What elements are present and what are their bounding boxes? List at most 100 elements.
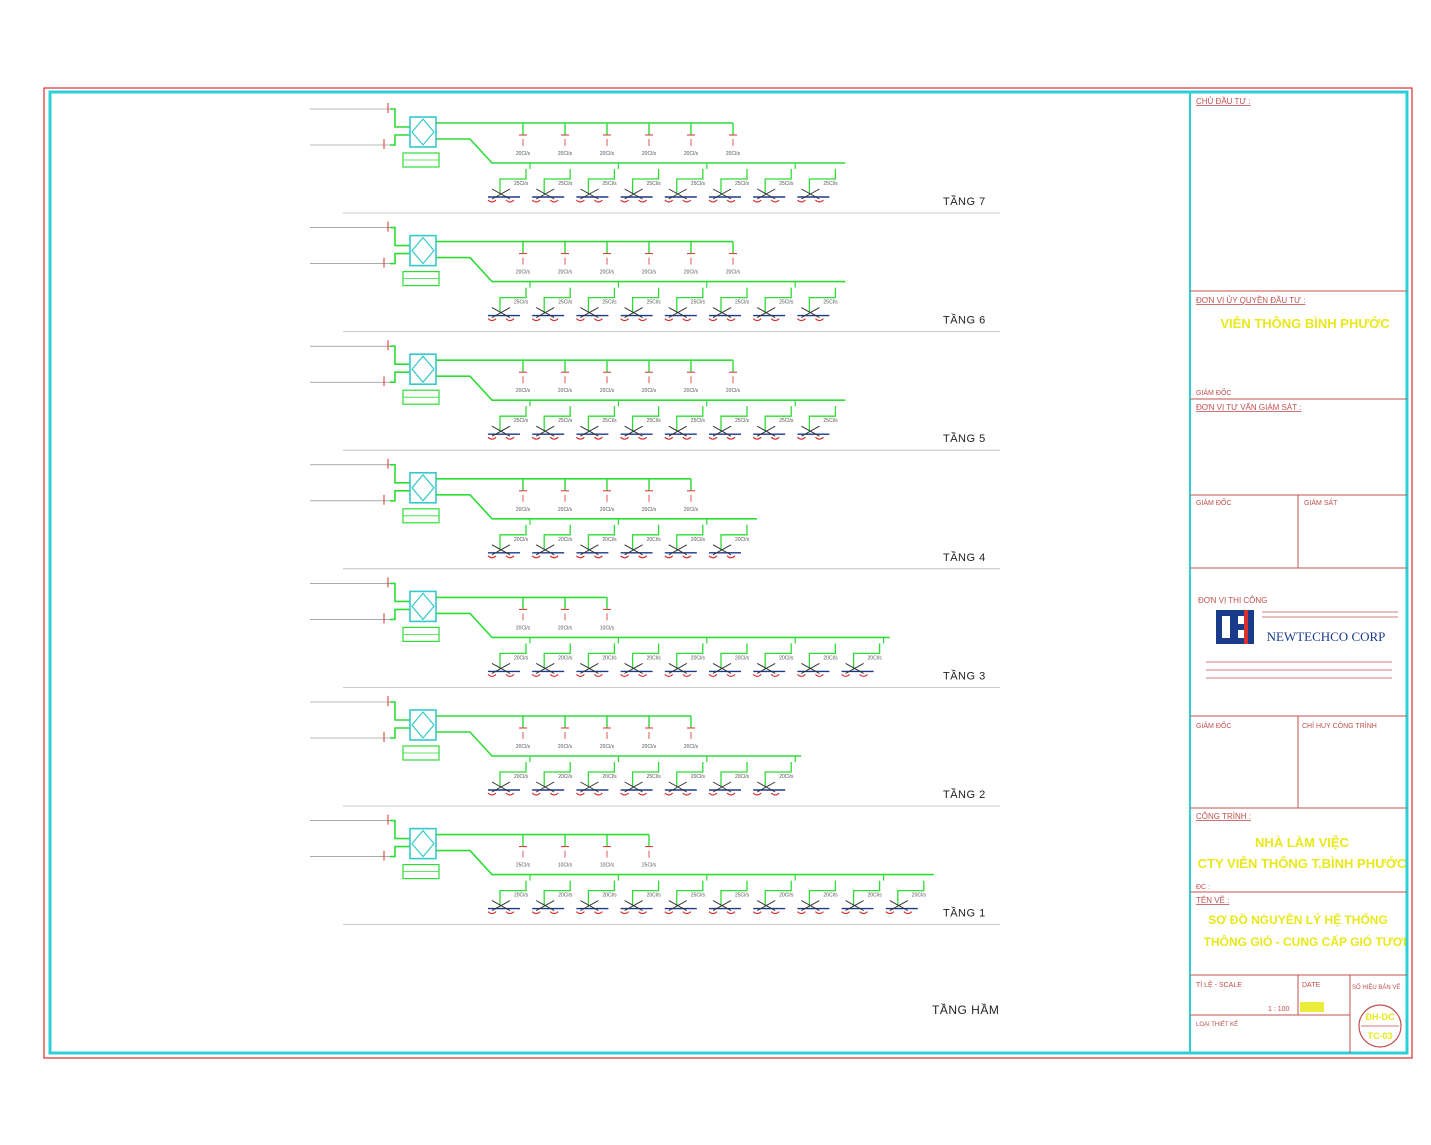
floor-label: TẦNG 1 xyxy=(943,907,986,920)
floor-label: TẦNG 7 xyxy=(943,195,986,208)
diffuser-flow-label: 20Cl/s xyxy=(558,893,573,899)
upper-tee-flow-label: 20Cl/s xyxy=(684,388,699,394)
upper-tee-flow-label: 20Cl/s xyxy=(558,744,573,750)
diffuser-airflow xyxy=(841,911,868,915)
giam-sat-label: GIÁM SÁT xyxy=(1304,498,1338,507)
diffuser-flow-label: 25Cl/s xyxy=(647,300,662,306)
diffuser-airflow xyxy=(797,911,824,915)
upper-tee-flow-label: 20Cl/s xyxy=(600,388,615,394)
diffuser-airflow xyxy=(620,792,647,796)
diffuser-flow-label: 20Cl/s xyxy=(779,655,794,661)
lower-main-duct xyxy=(436,138,846,164)
floor-2: 20Cl/s 20Cl/s 20Cl/s 20Cl/s 20Cl/s 20Cl/s 20Cl… xyxy=(310,696,1000,807)
diffuser-airflow xyxy=(752,911,780,915)
upper-tee-flow-label: 25Cl/s xyxy=(516,863,531,869)
ahu-symbol xyxy=(411,236,435,265)
diffuser-flow-label: 20Cl/s xyxy=(647,537,662,543)
diffuser-airflow xyxy=(708,318,736,322)
intake-duct-1 xyxy=(390,582,410,603)
diffuser-airflow xyxy=(664,911,692,915)
scale-value: 1 : 100 xyxy=(1268,1006,1290,1013)
upper-tee-flow-label: 20Cl/s xyxy=(516,625,531,631)
diffuser-airflow xyxy=(576,673,603,677)
drawing-sheet: 20Cl/s 20Cl/s 20Cl/s 20Cl/s 20Cl/s 20Cl/s 25Cl… xyxy=(43,87,1413,1059)
diffuser-airflow xyxy=(664,199,692,203)
diffuser-flow-label: 20Cl/s xyxy=(779,893,794,899)
lower-main-duct xyxy=(436,493,757,520)
diffuser-airflow xyxy=(576,792,603,796)
lower-main-duct xyxy=(436,612,890,639)
diffuser-airflow xyxy=(708,911,736,915)
diffuser-airflow xyxy=(576,318,603,322)
upper-tee-flow-label: 20Cl/s xyxy=(516,151,531,157)
floor-7: 20Cl/s 20Cl/s 20Cl/s 20Cl/s 20Cl/s 20Cl/s 25Cl… xyxy=(310,103,1000,214)
upper-tee-flow-label: 20Cl/s xyxy=(642,388,657,394)
diffuser-airflow xyxy=(708,199,736,203)
ahu-unit xyxy=(409,827,437,860)
diffuser-flow-label: 20Cl/s xyxy=(735,774,750,780)
upper-tee-flow-label: 20Cl/s xyxy=(516,388,531,394)
upper-tee-flow-label: 20Cl/s xyxy=(558,507,573,513)
diffuser-airflow xyxy=(576,199,603,203)
floor-diagrams: 20Cl/s 20Cl/s 20Cl/s 20Cl/s 20Cl/s 20Cl/s 25Cl… xyxy=(310,103,1000,925)
sheet-number-label: SỐ HIỆU BẢN VẼ xyxy=(1352,983,1400,991)
intake-duct-2 xyxy=(390,727,410,739)
diffuser-airflow xyxy=(797,318,824,322)
diffuser-flow-label: 20Cl/s xyxy=(514,893,529,899)
diffuser-flow-label: 20Cl/s xyxy=(735,655,750,661)
diffuser-airflow xyxy=(708,555,736,559)
diffuser-airflow xyxy=(576,436,603,440)
upper-tee-flow-label: 20Cl/s xyxy=(558,270,573,276)
diffuser-flow-label: 25Cl/s xyxy=(779,300,794,306)
diffuser-flow-label: 25Cl/s xyxy=(514,181,529,187)
diffuser-flow-label: 25Cl/s xyxy=(558,181,573,187)
upper-tee-flow-label: 20Cl/s xyxy=(684,507,699,513)
diffuser-airflow xyxy=(531,555,559,559)
upper-tee-flow-label: 20Cl/s xyxy=(642,270,657,276)
diffuser-flow-label: 20Cl/s xyxy=(558,655,573,661)
intake-duct-1 xyxy=(390,345,410,366)
ahu-unit xyxy=(409,709,437,741)
floor-label: TẦNG 5 xyxy=(943,432,986,445)
upper-tee-flow-label: 20Cl/s xyxy=(684,744,699,750)
lower-main-duct xyxy=(436,731,802,757)
ahu-symbol xyxy=(411,118,435,146)
floor-label: TẦNG 4 xyxy=(943,551,986,564)
upper-tee-flow-label: 10Cl/s xyxy=(600,625,615,631)
diffuser-airflow xyxy=(576,911,603,915)
diffuser-flow-label: 20Cl/s xyxy=(647,893,662,899)
upper-tee-flow-label: 10Cl/s xyxy=(558,863,573,869)
diffuser-flow-label: 25Cl/s xyxy=(691,181,706,187)
diffuser-flow-label: 25Cl/s xyxy=(514,300,529,306)
diffuser-airflow xyxy=(620,318,647,322)
intake-duct-2 xyxy=(390,371,410,384)
diffuser-flow-label: 25Cl/s xyxy=(735,893,750,899)
upper-tee-flow-label: 20Cl/s xyxy=(684,270,699,276)
diffuser-flow-label: 20Cl/s xyxy=(602,655,617,661)
diffuser-flow-label: 20Cl/s xyxy=(823,893,838,899)
floor-1: 25Cl/s 10Cl/s 10Cl/s 25Cl/s 20Cl/s 20Cl/s 20Cl… xyxy=(310,814,1000,925)
upper-tee-flow-label: 20Cl/s xyxy=(558,151,573,157)
diffuser-flow-label: 20Cl/s xyxy=(558,537,573,543)
ten-ve-label: TÊN VẼ : xyxy=(1196,896,1229,905)
ahu-unit xyxy=(409,353,437,386)
floor-label: TẦNG 3 xyxy=(943,669,986,682)
floor-5: 20Cl/s 20Cl/s 20Cl/s 20Cl/s 20Cl/s 20Cl/s 25Cl… xyxy=(310,340,1000,451)
upper-tee-flow-label: 20Cl/s xyxy=(642,151,657,157)
diffuser-airflow xyxy=(576,555,603,559)
ahu-unit xyxy=(409,471,437,504)
diffuser-flow-label: 20Cl/s xyxy=(823,655,838,661)
intake-duct-1 xyxy=(390,108,410,128)
date-value-box xyxy=(1300,1002,1324,1012)
upper-tee-flow-label: 20Cl/s xyxy=(600,270,615,276)
diffuser-airflow xyxy=(752,318,780,322)
title-block: CHỦ ĐẦU TƯ : ĐƠN VỊ ỦY QUYỀN ĐẦU TƯ : VI… xyxy=(1189,92,1407,1053)
cong-trinh-line2: CTY VIỄN THÔNG T.BÌNH PHƯỚC xyxy=(1198,856,1407,871)
diffuser-flow-label: 25Cl/s xyxy=(647,181,662,187)
diffuser-airflow xyxy=(531,792,559,796)
ten-ve-line2: THÔNG GIÓ - CUNG CẤP GIÓ TƯƠI xyxy=(1204,934,1407,949)
ahu-symbol xyxy=(411,355,435,384)
upper-tee-flow-label: 20Cl/s xyxy=(684,151,699,157)
diffuser-airflow xyxy=(664,436,692,440)
diffuser-flow-label: 25Cl/s xyxy=(735,418,750,424)
